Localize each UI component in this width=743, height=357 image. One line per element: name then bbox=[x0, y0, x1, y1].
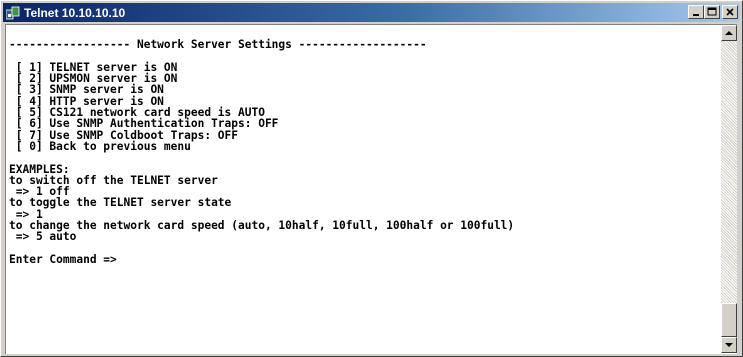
vertical-scrollbar[interactable] bbox=[721, 25, 737, 353]
scrollbar-thumb[interactable] bbox=[721, 303, 737, 337]
minimize-icon bbox=[693, 14, 699, 16]
terminal-line: ------------------ Network Server Settin… bbox=[9, 38, 427, 52]
scroll-up-button[interactable] bbox=[721, 25, 737, 41]
maximize-icon bbox=[707, 7, 717, 16]
terminal-line: => 5 auto bbox=[9, 230, 77, 244]
terminal-line: [ 6] Use SNMP Authentication Traps: OFF bbox=[9, 117, 279, 131]
scroll-down-button[interactable] bbox=[721, 337, 737, 353]
window-controls bbox=[688, 5, 738, 19]
terminal-line: [ 0] Back to previous menu bbox=[9, 139, 191, 153]
close-button[interactable] bbox=[722, 5, 738, 19]
maximize-button[interactable] bbox=[704, 5, 720, 19]
terminal-line: to switch off the TELNET server bbox=[9, 173, 218, 187]
terminal-output[interactable]: ------------------ Network Server Settin… bbox=[9, 28, 721, 350]
arrow-down-icon bbox=[725, 343, 733, 347]
telnet-window: Telnet 10.10.10.10 ------------------ Ne… bbox=[0, 0, 743, 357]
terminal-line: Enter Command => bbox=[9, 252, 117, 266]
terminal-line: to toggle the TELNET server state bbox=[9, 196, 232, 210]
title-bar[interactable]: Telnet 10.10.10.10 bbox=[3, 3, 740, 22]
telnet-icon[interactable] bbox=[5, 6, 20, 20]
arrow-up-icon bbox=[725, 31, 733, 35]
minimize-button[interactable] bbox=[688, 5, 704, 19]
terminal-line: to change the network card speed (auto, … bbox=[9, 219, 515, 233]
terminal-client-area[interactable]: ------------------ Network Server Settin… bbox=[5, 24, 737, 354]
window-title: Telnet 10.10.10.10 bbox=[24, 5, 126, 20]
close-icon bbox=[726, 8, 734, 16]
